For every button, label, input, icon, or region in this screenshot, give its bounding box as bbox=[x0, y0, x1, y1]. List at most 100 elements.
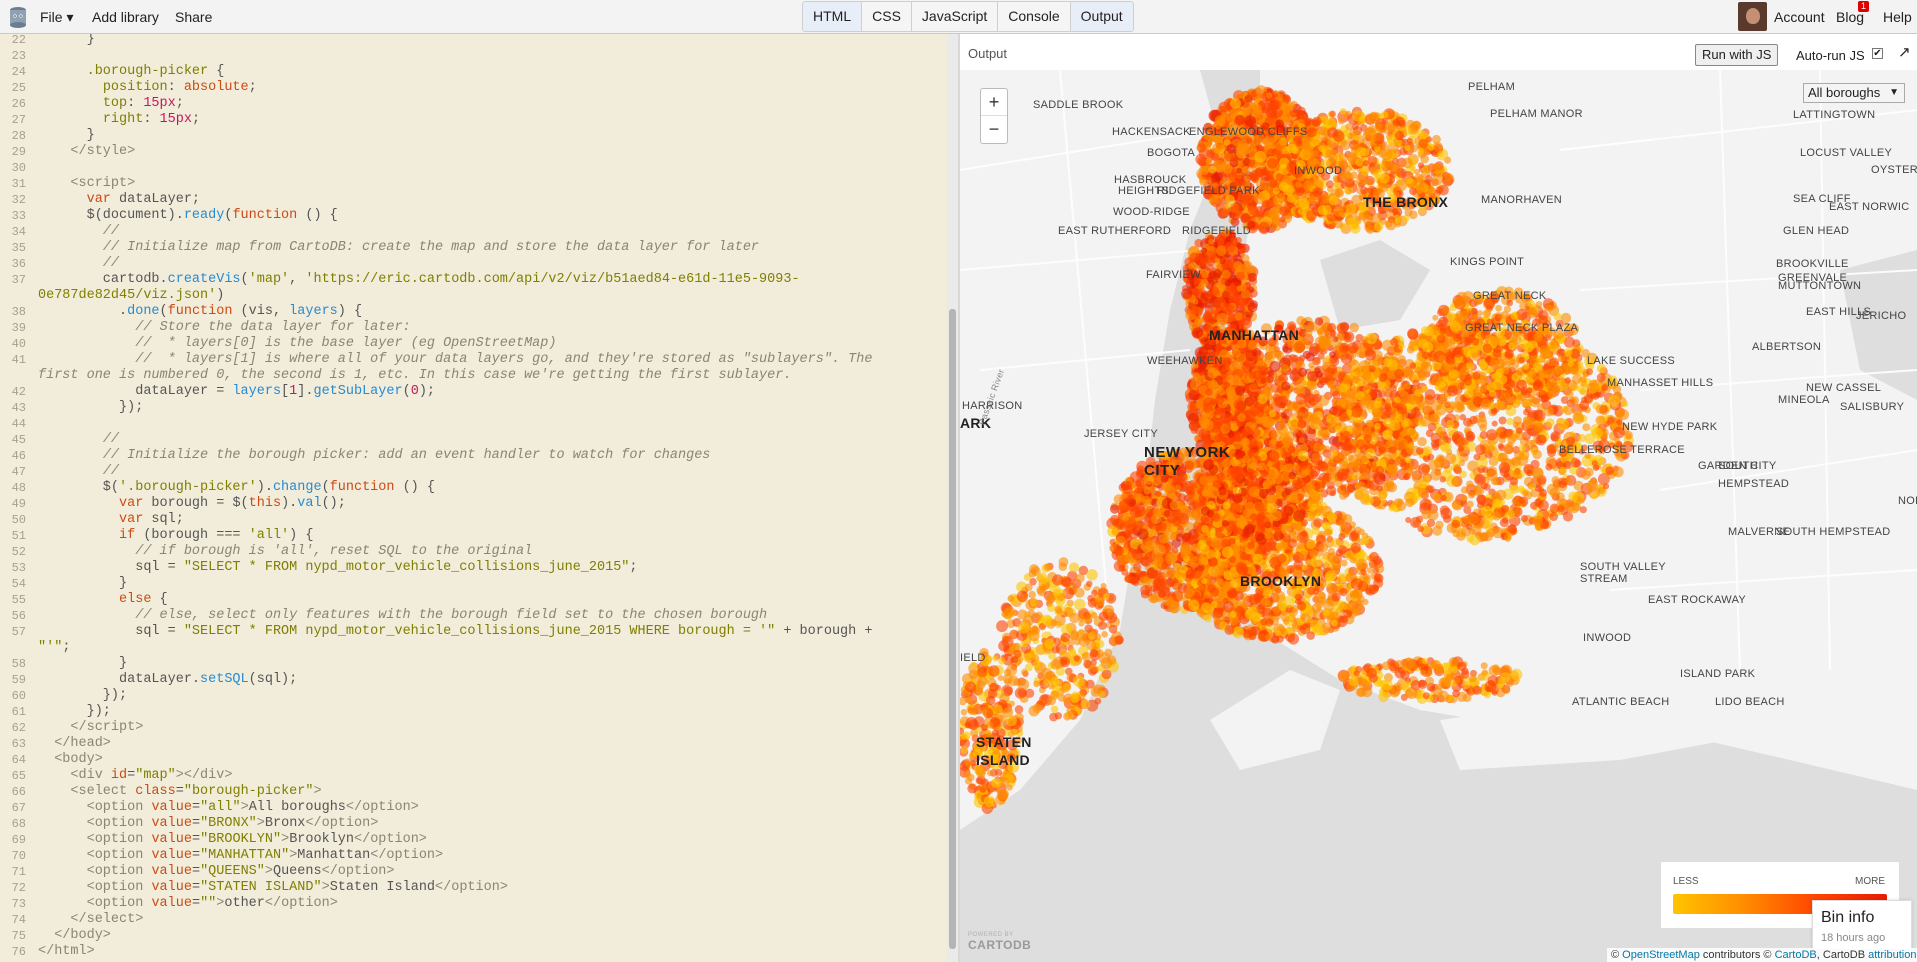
code-text: <option value="">other</option> bbox=[86, 896, 338, 911]
autorun-checkbox[interactable]: ✔ bbox=[1872, 48, 1883, 59]
map-label: SADDLE BROOK bbox=[1033, 99, 1124, 111]
code-text: // if borough is 'all', reset SQL to the… bbox=[135, 544, 533, 559]
map-label: THE BRONX bbox=[1363, 194, 1449, 210]
code-text: } bbox=[38, 576, 128, 591]
tab-javascript[interactable]: JavaScript bbox=[912, 2, 999, 31]
map-label: ATLANTIC BEACH bbox=[1572, 696, 1670, 708]
line-number: 53 bbox=[11, 561, 26, 575]
autorun-label: Auto-run JS bbox=[1796, 48, 1865, 63]
map-label: WOOD-RIDGE bbox=[1113, 206, 1190, 218]
panel-tabs: HTML CSS JavaScript Console Output bbox=[802, 1, 1134, 32]
tab-output[interactable]: Output bbox=[1070, 2, 1133, 31]
tab-console[interactable]: Console bbox=[998, 2, 1071, 31]
map-label: SOUTH bbox=[1718, 460, 1758, 472]
bin-info-panel[interactable]: Bin info 18 hours ago bbox=[1812, 900, 1912, 950]
code-text: // bbox=[102, 432, 120, 447]
cartodb-link[interactable]: CartoDB bbox=[1775, 949, 1817, 961]
code-text: sql = "SELECT * FROM nypd_motor_vehicle_… bbox=[38, 624, 873, 639]
line-number: 64 bbox=[11, 753, 26, 767]
cartodb-logo[interactable]: POWERED BY CARTODB bbox=[968, 932, 1031, 952]
code-text: "'"; bbox=[38, 640, 71, 655]
map-label: IELD bbox=[960, 652, 986, 664]
code-text: </head> bbox=[54, 736, 111, 751]
map-label: FAIRVIEW bbox=[1146, 269, 1201, 281]
map-label: INWOOD bbox=[1294, 165, 1343, 177]
code-text: // Initialize the borough picker: add an… bbox=[102, 448, 711, 463]
add-library-menu[interactable]: Add library bbox=[92, 9, 159, 25]
code-text: </body> bbox=[54, 928, 111, 943]
openstreetmap-link[interactable]: OpenStreetMap bbox=[1622, 949, 1700, 961]
editor-scrollbar[interactable] bbox=[947, 34, 958, 962]
line-number: 49 bbox=[11, 497, 26, 511]
code-text: </script> bbox=[70, 720, 144, 735]
output-label: Output bbox=[968, 46, 1008, 61]
line-number: 37 bbox=[11, 273, 26, 287]
map-label: LOCUST VALLEY bbox=[1800, 147, 1893, 159]
code-text: <option value="MANHATTAN">Manhattan</opt… bbox=[86, 848, 444, 863]
line-number: 51 bbox=[11, 529, 26, 543]
share-menu[interactable]: Share bbox=[175, 9, 212, 25]
line-number: 71 bbox=[11, 865, 26, 879]
code-text: }); bbox=[38, 688, 128, 703]
line-number: 41 bbox=[11, 353, 26, 367]
map-label: LAKE SUCCESS bbox=[1587, 355, 1675, 367]
attribution-mid: contributors © bbox=[1699, 949, 1775, 961]
map-label: STREAM bbox=[1580, 573, 1628, 585]
line-number: 67 bbox=[11, 801, 26, 815]
line-number: 58 bbox=[11, 657, 26, 671]
map-label: PELHAM bbox=[1468, 81, 1516, 93]
account-menu[interactable]: Account bbox=[1774, 9, 1825, 25]
map-label: NEW YORK bbox=[1144, 444, 1231, 461]
line-number: 32 bbox=[11, 193, 26, 207]
editor-scroll-thumb[interactable] bbox=[949, 309, 956, 949]
map-label: NEW HYDE PARK bbox=[1622, 421, 1718, 433]
map-label: LATTINGTOWN bbox=[1793, 109, 1876, 121]
map-label: MANORHAVEN bbox=[1481, 194, 1563, 206]
code-text: first one is numbered 0, the second is 1… bbox=[38, 368, 792, 383]
map-label: EAST RUTHERFORD bbox=[1058, 225, 1172, 237]
line-number: 39 bbox=[11, 321, 26, 335]
line-number: 54 bbox=[11, 577, 26, 591]
map-label: CITY bbox=[1144, 462, 1181, 479]
code-text: dataLayer = layers[1].getSubLayer(0); bbox=[38, 384, 436, 399]
file-menu[interactable]: File ▾ bbox=[40, 9, 73, 26]
top-bar: File ▾ Add library Share HTML CSS JavaSc… bbox=[0, 0, 1917, 34]
borough-picker-select[interactable]: All boroughs ▼ bbox=[1803, 83, 1905, 103]
line-number: 55 bbox=[11, 593, 26, 607]
map-label: ISLAND PARK bbox=[1680, 668, 1756, 680]
zoom-out-button[interactable]: − bbox=[981, 116, 1007, 143]
chevron-down-icon: ▼ bbox=[1889, 87, 1899, 98]
line-number: 75 bbox=[11, 929, 26, 943]
zoom-in-button[interactable]: + bbox=[981, 89, 1007, 116]
code-text: right: 15px; bbox=[102, 112, 201, 127]
code-text: dataLayer.setSQL(sql); bbox=[38, 672, 298, 687]
avatar[interactable] bbox=[1738, 2, 1767, 31]
map-label: MANHATTAN bbox=[1209, 327, 1300, 343]
code-text: // bbox=[102, 256, 120, 271]
help-menu[interactable]: Help bbox=[1883, 9, 1912, 25]
popout-icon[interactable]: ↗ bbox=[1898, 43, 1911, 61]
map-view[interactable]: SADDLE BROOK HACKENSACK BOGOTA ENGLEWOOD CL… bbox=[960, 70, 1917, 962]
map-label: BELLEROSE TERRACE bbox=[1559, 444, 1685, 456]
map-label: NORTH bbox=[1898, 495, 1917, 507]
map-label: SALISBURY bbox=[1840, 401, 1905, 413]
html-code-editor[interactable]: 22 } 23 24 .borough-picker {25 position: a… bbox=[0, 34, 947, 962]
jsbin-logo-icon[interactable] bbox=[8, 6, 28, 28]
legend-less-label: LESS bbox=[1673, 876, 1699, 887]
tab-css[interactable]: CSS bbox=[862, 2, 912, 31]
attribution-link[interactable]: attribution bbox=[1868, 949, 1916, 961]
map-label: BROOKVILLE bbox=[1776, 258, 1849, 270]
code-text: // * layers[1] is where all of your data… bbox=[135, 352, 873, 367]
line-number: 44 bbox=[11, 417, 26, 431]
line-number: 29 bbox=[11, 145, 26, 159]
map-label: HACKENSACK bbox=[1112, 126, 1191, 138]
map-label: MUTTONTOWN bbox=[1778, 280, 1862, 292]
code-text: </style> bbox=[70, 144, 136, 159]
run-with-js-button[interactable]: Run with JS bbox=[1695, 44, 1779, 66]
tab-html[interactable]: HTML bbox=[803, 2, 863, 31]
borough-picker-value: All boroughs bbox=[1808, 85, 1881, 100]
code-text: $(document).ready(function () { bbox=[38, 208, 338, 223]
code-text: if (borough === 'all') { bbox=[119, 528, 314, 543]
code-text: 0e787de82d45/viz.json') bbox=[38, 288, 225, 303]
line-number: 56 bbox=[11, 609, 26, 623]
